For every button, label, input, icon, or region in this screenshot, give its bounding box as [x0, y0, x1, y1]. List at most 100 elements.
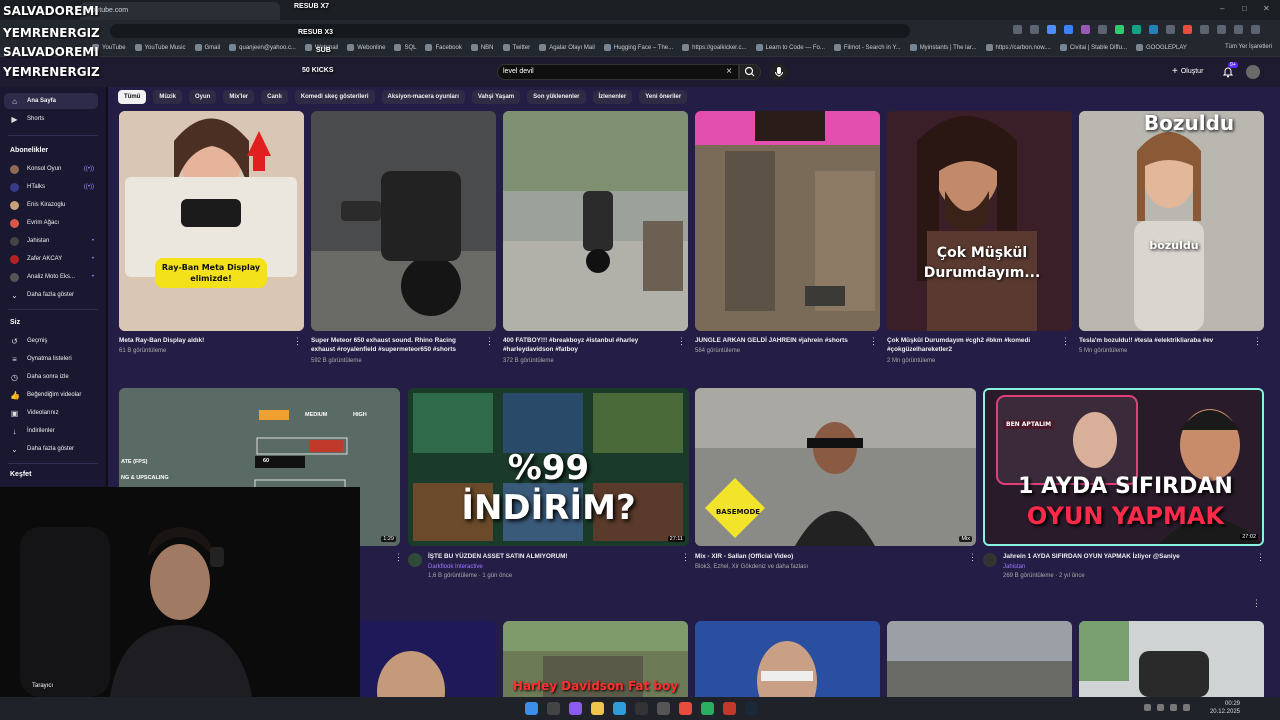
bookmark-item[interactable]: Hugging Face – The...: [603, 44, 673, 51]
sidebar-item-ana-sayfa[interactable]: ⌂ Ana Sayfa: [4, 93, 98, 109]
video-thumbnail[interactable]: %99 İNDİRİM? 27:11: [408, 388, 689, 546]
volume-icon[interactable]: [1170, 704, 1177, 711]
chip-2[interactable]: Oyun: [189, 90, 217, 104]
edge-icon[interactable]: [613, 702, 626, 715]
short-thumbnail[interactable]: [887, 621, 1072, 697]
search-icon[interactable]: [1013, 25, 1022, 34]
short-thumbnail[interactable]: Harley Davidson Fat boy: [503, 621, 688, 697]
short-thumbnail[interactable]: [503, 111, 688, 331]
chip-6[interactable]: Aksiyon-macera oyunları: [381, 90, 465, 104]
menu-icon[interactable]: [1251, 25, 1260, 34]
sidebar-item-subscription[interactable]: Evrim Ağacı: [4, 215, 98, 231]
you-header[interactable]: Siz: [10, 319, 20, 326]
bookmark-item[interactable]: Facebook: [425, 44, 462, 51]
sidebar-item-subscription[interactable]: Konsol Oyun ((•)): [4, 161, 98, 177]
extension-icon[interactable]: [1183, 25, 1192, 34]
channel-name[interactable]: Darkflook Interactive: [428, 563, 483, 571]
extensions-icon[interactable]: [1200, 25, 1209, 34]
folder-icon[interactable]: [591, 702, 604, 715]
short-thumbnail[interactable]: Ray-Ban Meta Display elimizde!: [119, 111, 304, 331]
chrome-icon[interactable]: [679, 702, 692, 715]
more-options-icon[interactable]: ⋮: [1061, 336, 1070, 347]
url-field[interactable]: [110, 24, 910, 38]
video-thumbnail[interactable]: BEN APTALIM 1 AYDA SIFIRDAN OYUN YAPMAK 27:…: [983, 388, 1264, 546]
more-options-icon[interactable]: ⋮: [293, 336, 302, 347]
more-options-icon[interactable]: ⋮: [681, 552, 690, 563]
short-thumbnail[interactable]: Çok Müşkül Durumdayım...: [887, 111, 1072, 331]
sidebar-item-you[interactable]: ↺ Geçmiş: [4, 333, 98, 349]
video-title[interactable]: Meta Ray-Ban Display aldık!: [119, 336, 284, 345]
chip-8[interactable]: Son yüklenenler: [527, 90, 586, 104]
app-icon[interactable]: [569, 702, 582, 715]
more-options-icon[interactable]: ⋮: [677, 336, 686, 347]
voice-search-button[interactable]: [770, 63, 788, 81]
wifi-icon[interactable]: [1157, 704, 1164, 711]
video-thumbnail[interactable]: BASEMODE Mix: [695, 388, 976, 546]
sidebar-item-subscription[interactable]: Jahistan •: [4, 233, 98, 249]
video-title[interactable]: İŞTE BU YÜZDEN ASSET SATIN ALMIYORUM!: [428, 552, 688, 561]
short-thumbnail[interactable]: Bozuldu bozuldu: [1079, 111, 1264, 331]
chip-1[interactable]: Müzik: [153, 90, 183, 104]
short-thumbnail[interactable]: [695, 111, 880, 331]
channel-avatar[interactable]: [983, 553, 997, 567]
video-title[interactable]: Mix - XIR - Sallan (Official Video): [695, 552, 955, 561]
app-icon[interactable]: [723, 702, 736, 715]
search-button[interactable]: [739, 64, 761, 80]
bookmark-item[interactable]: Myinstants | The lar...: [909, 44, 977, 51]
bookmark-item[interactable]: Civitai | Stable Diffu...: [1059, 44, 1127, 51]
chip-0[interactable]: Tümü: [118, 90, 147, 104]
more-options-icon[interactable]: ⋮: [869, 336, 878, 347]
video-title[interactable]: Çok Müşkül Durumdayım #cgh2 #bkm #komedi…: [887, 336, 1052, 354]
clock[interactable]: 00:29 20.12.2025: [1210, 700, 1240, 716]
bookmark-item[interactable]: Gmail: [194, 44, 220, 51]
extension-icon[interactable]: [1166, 25, 1175, 34]
create-button[interactable]: + Oluştur: [1172, 66, 1203, 77]
app-icon[interactable]: [657, 702, 670, 715]
channel-name[interactable]: Jahistan: [1003, 563, 1025, 571]
download-icon[interactable]: [1217, 25, 1226, 34]
bookmark-item[interactable]: NBN: [470, 44, 494, 51]
video-title[interactable]: Super Meteor 650 exhaust sound. Rhino Ra…: [311, 336, 476, 354]
extension-icon[interactable]: [1098, 25, 1107, 34]
tray-icon[interactable]: [1144, 704, 1151, 711]
extension-icon[interactable]: [1149, 25, 1158, 34]
extension-icon[interactable]: [1132, 25, 1141, 34]
subscriptions-header[interactable]: Abonelikler: [10, 147, 48, 154]
close-icon[interactable]: ✕: [1263, 4, 1270, 13]
channel-avatar[interactable]: [408, 553, 422, 567]
more-options-icon[interactable]: ⋮: [1256, 552, 1265, 563]
all-bookmarks-link[interactable]: Tüm Yer İşaretleri: [1225, 44, 1272, 50]
bookmark-item[interactable]: https://carbon.now....: [985, 44, 1051, 51]
task-view-icon[interactable]: [547, 702, 560, 715]
bookmark-item[interactable]: Agalar Olayı Mail: [539, 44, 595, 51]
cast-icon[interactable]: [1030, 25, 1039, 34]
extension-icon[interactable]: [1064, 25, 1073, 34]
browser-tab[interactable]: youtube.com: [80, 2, 280, 20]
bookmark-item[interactable]: Filmot - Search in Y...: [833, 44, 901, 51]
sidebar-item-subscription[interactable]: Enis Kirazoglu: [4, 197, 98, 213]
video-title[interactable]: JUNGLE ARKAN GELDİ JAHREIN #jahrein #sho…: [695, 336, 860, 345]
chip-3[interactable]: Mix'ler: [223, 90, 255, 104]
steam-icon[interactable]: [745, 702, 758, 715]
sidebar-item-subscription[interactable]: HTalks ((•)): [4, 179, 98, 195]
bookmark-item[interactable]: GOOGLEPLAY: [1136, 44, 1187, 51]
bookmark-item[interactable]: Twitter: [502, 44, 530, 51]
maximize-icon[interactable]: □: [1242, 4, 1247, 13]
more-options-icon[interactable]: ⋮: [485, 336, 494, 347]
app-icon[interactable]: [701, 702, 714, 715]
short-thumbnail[interactable]: [695, 621, 880, 697]
sidebar-item-subscription[interactable]: Zafer AKCAY •: [4, 251, 98, 267]
short-thumbnail[interactable]: [311, 111, 496, 331]
profile-icon[interactable]: [1234, 25, 1243, 34]
video-title[interactable]: Tesla'm bozuldu!! #tesla #elektrikliarab…: [1079, 336, 1244, 345]
sidebar-item-you[interactable]: ⌄ Daha fazla göster: [4, 441, 98, 457]
sidebar-item-you[interactable]: ↓ İndirilenler: [4, 423, 98, 439]
extension-icon[interactable]: [1081, 25, 1090, 34]
sidebar-bottom-item[interactable]: Tarayıcı: [32, 683, 53, 689]
clear-search-icon[interactable]: ×: [726, 66, 732, 77]
chip-9[interactable]: İzlenenler: [592, 90, 633, 104]
search-input[interactable]: level devil ×: [497, 64, 739, 80]
more-options-icon[interactable]: ⋮: [1252, 598, 1261, 609]
chip-5[interactable]: Komedi skeç gösterileri: [294, 90, 375, 104]
bookmark-item[interactable]: https://goalkicker.c...: [682, 44, 747, 51]
